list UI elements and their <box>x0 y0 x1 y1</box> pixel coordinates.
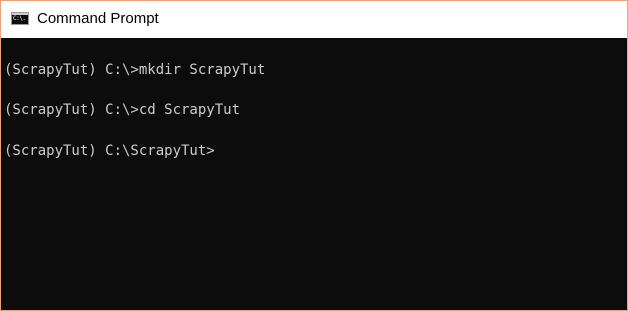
window-title: Command Prompt <box>37 10 159 27</box>
console-line: (ScrapyTut) C:\>mkdir ScrapyTut <box>4 62 266 78</box>
console-line: (ScrapyTut) C:\>cd ScrapyTut <box>4 102 241 118</box>
cmd-icon: C:\. <box>11 12 29 25</box>
command-prompt-window: C:\. Command Prompt (ScrapyTut) C:\>mkdi… <box>0 0 628 311</box>
title-bar[interactable]: C:\. Command Prompt <box>1 1 627 37</box>
console-prompt-line: (ScrapyTut) C:\ScrapyTut> <box>4 143 215 159</box>
console-output[interactable]: (ScrapyTut) C:\>mkdir ScrapyTut (ScrapyT… <box>1 38 627 310</box>
cmd-icon-glyph: C:\. <box>13 15 26 22</box>
